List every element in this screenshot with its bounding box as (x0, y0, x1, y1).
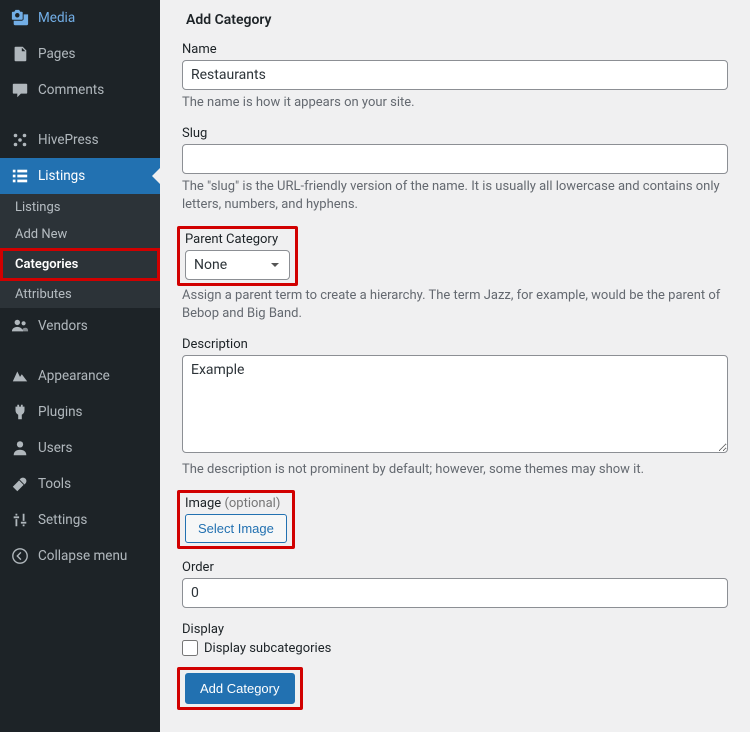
settings-icon (10, 510, 30, 530)
sidebar-item-hivepress[interactable]: HivePress (0, 122, 160, 158)
sidebar-label: Pages (38, 46, 76, 62)
sidebar-label: Users (38, 440, 72, 456)
submenu-listings[interactable]: Listings (0, 194, 160, 221)
display-subcategories-checkbox[interactable] (182, 640, 198, 656)
sidebar-item-settings[interactable]: Settings (0, 502, 160, 538)
parent-select[interactable]: None (185, 250, 290, 280)
slug-help: The "slug" is the URL-friendly version o… (182, 178, 728, 214)
page-title: Add Category (186, 12, 728, 28)
desc-label: Description (182, 337, 728, 352)
media-icon (10, 8, 30, 28)
sidebar-label: Plugins (38, 404, 83, 420)
comment-icon (10, 80, 30, 100)
parent-label: Parent Category (185, 232, 290, 247)
sidebar-item-comments[interactable]: Comments (0, 72, 160, 108)
display-label: Display (182, 622, 728, 637)
desc-help: The description is not prominent by defa… (182, 461, 728, 479)
name-input[interactable] (182, 60, 728, 90)
image-label: Image (optional) (185, 496, 287, 511)
user-icon (10, 438, 30, 458)
sidebar-label: Comments (38, 82, 104, 98)
sidebar-item-users[interactable]: Users (0, 430, 160, 466)
add-category-button[interactable]: Add Category (185, 673, 295, 704)
sidebar-label: Settings (38, 512, 87, 528)
submenu-attributes[interactable]: Attributes (0, 281, 160, 308)
sidebar-collapse[interactable]: Collapse menu (0, 538, 160, 574)
main-content: Add Category Name The name is how it app… (160, 0, 750, 732)
page-icon (10, 44, 30, 64)
list-icon (10, 166, 30, 186)
sidebar-label: Media (38, 10, 75, 26)
sidebar-label: Appearance (38, 368, 110, 384)
name-help: The name is how it appears on your site. (182, 94, 728, 112)
hivepress-icon (10, 130, 30, 150)
plugin-icon (10, 402, 30, 422)
slug-label: Slug (182, 126, 728, 141)
sidebar-item-pages[interactable]: Pages (0, 36, 160, 72)
vendor-icon (10, 316, 30, 336)
name-label: Name (182, 42, 728, 57)
sidebar-item-vendors[interactable]: Vendors (0, 308, 160, 344)
collapse-icon (10, 546, 30, 566)
sidebar-item-media[interactable]: Media (0, 0, 160, 36)
sidebar-label: Tools (38, 476, 71, 492)
display-checkbox-label: Display subcategories (204, 641, 331, 656)
slug-input[interactable] (182, 144, 728, 174)
sidebar-label: Collapse menu (38, 548, 127, 564)
sidebar-item-appearance[interactable]: Appearance (0, 358, 160, 394)
sidebar-item-plugins[interactable]: Plugins (0, 394, 160, 430)
tool-icon (10, 474, 30, 494)
submenu-add-new[interactable]: Add New (0, 221, 160, 248)
sidebar-label: Vendors (38, 318, 88, 334)
sidebar-label: HivePress (38, 132, 99, 148)
sidebar-item-listings[interactable]: Listings (0, 158, 160, 194)
sidebar-item-tools[interactable]: Tools (0, 466, 160, 502)
select-image-button[interactable]: Select Image (185, 514, 287, 543)
order-input[interactable] (182, 578, 728, 608)
appearance-icon (10, 366, 30, 386)
submenu-categories[interactable]: Categories (0, 248, 160, 281)
order-label: Order (182, 560, 728, 575)
parent-help: Assign a parent term to create a hierarc… (182, 287, 728, 323)
desc-input[interactable] (182, 355, 728, 453)
sidebar-submenu: Listings Add New Categories Attributes (0, 194, 160, 308)
sidebar-label: Listings (38, 168, 85, 184)
